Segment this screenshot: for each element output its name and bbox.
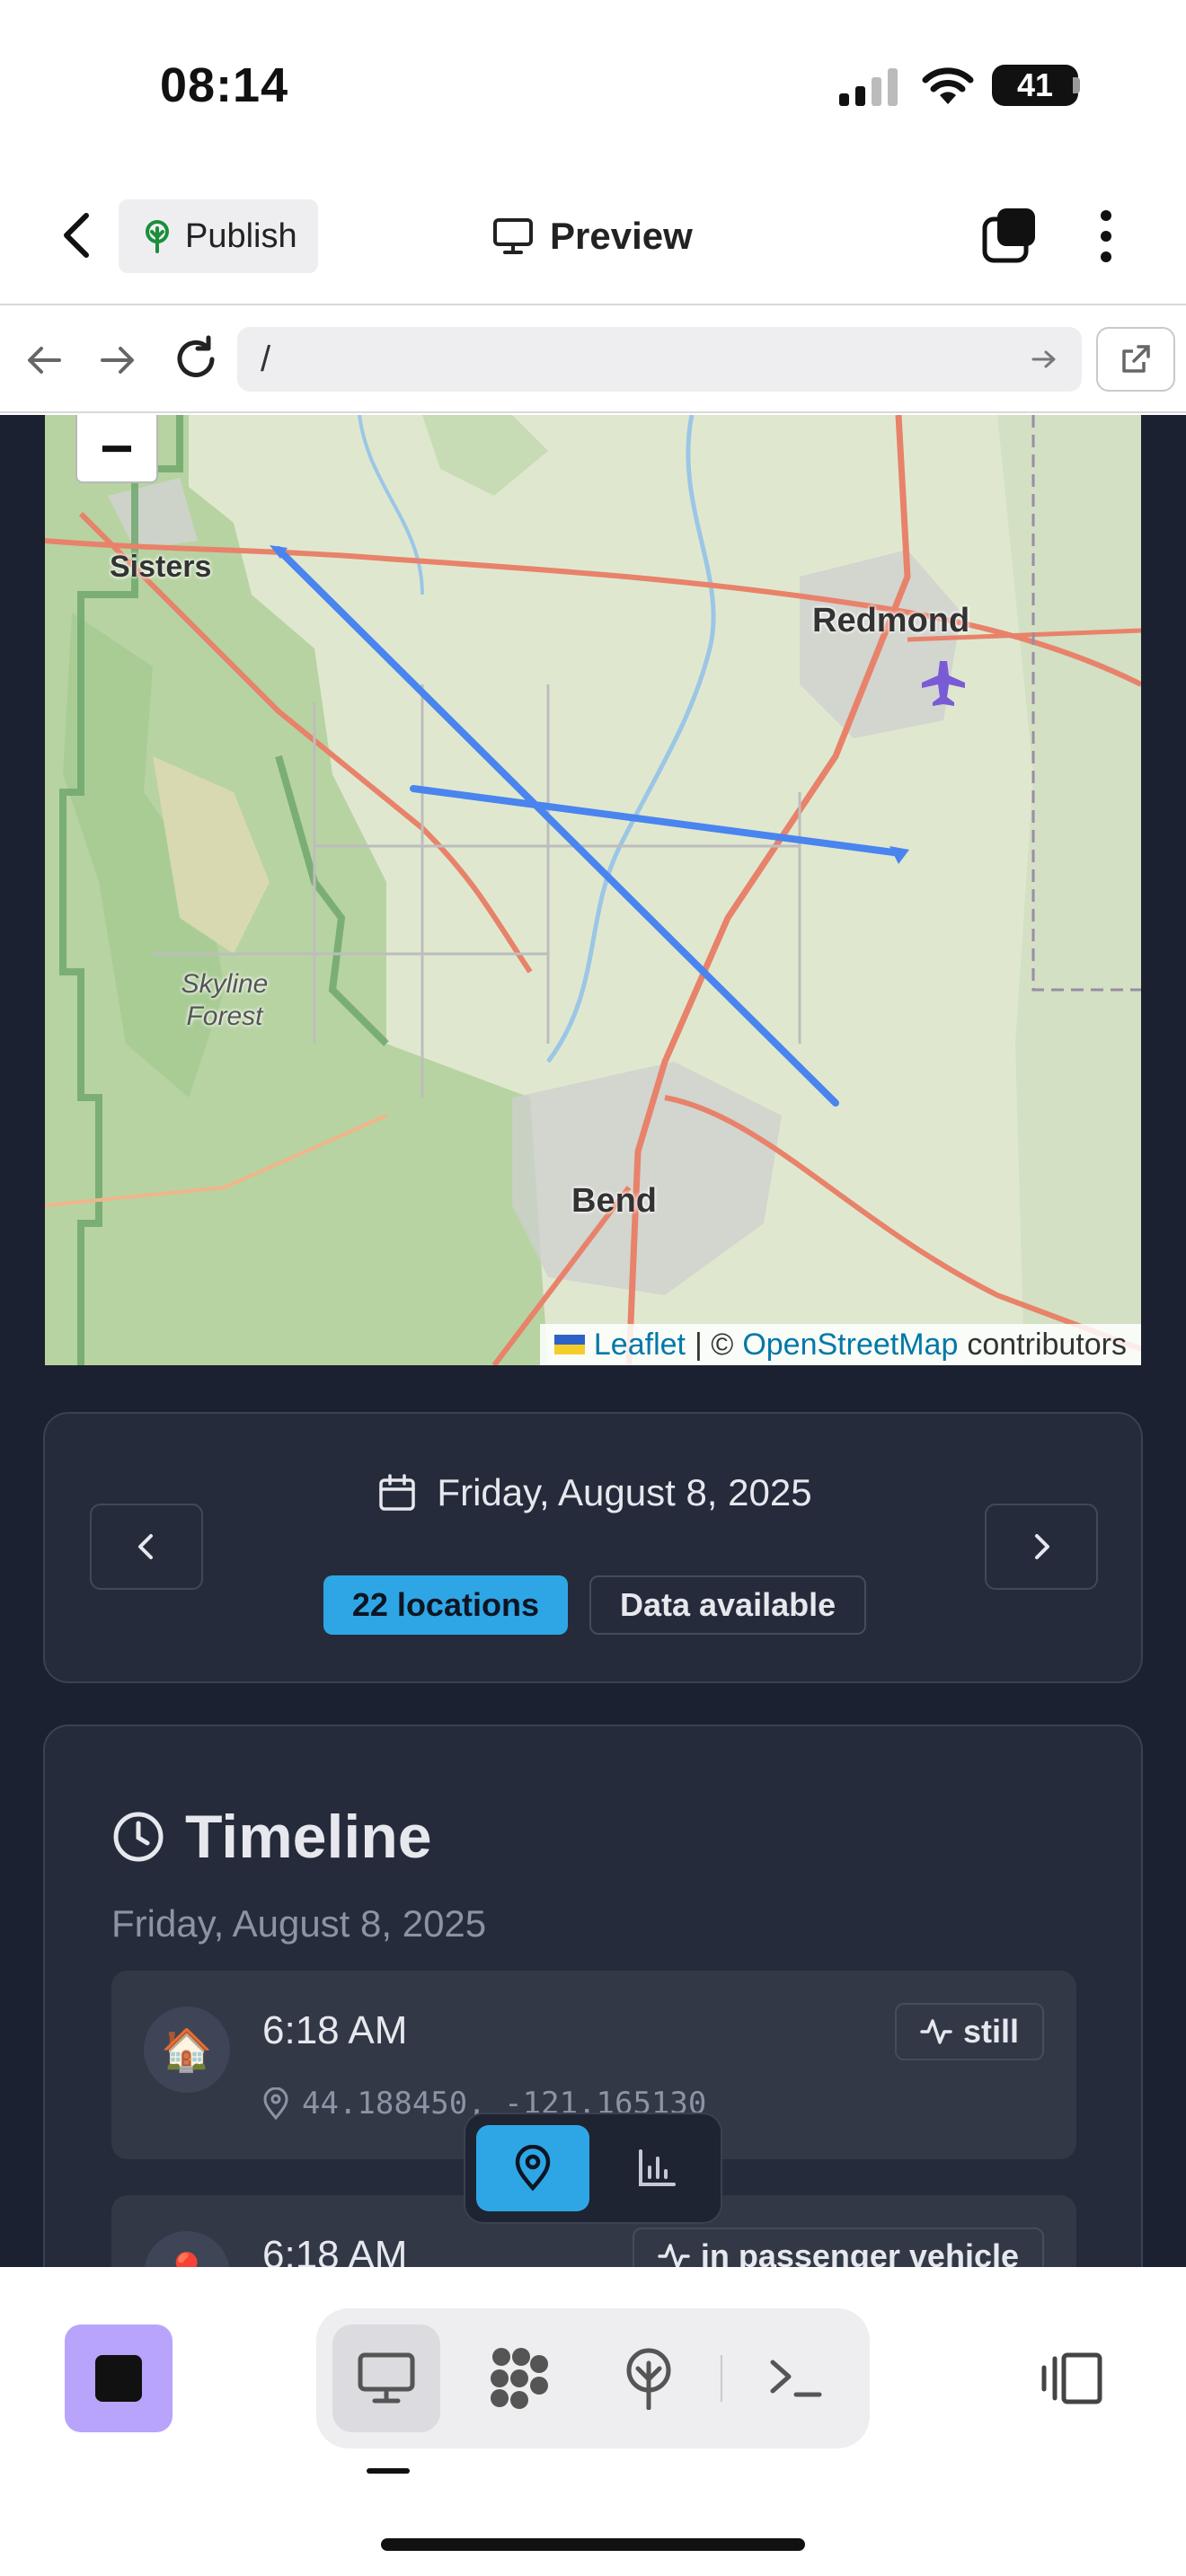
browser-forward-icon[interactable] <box>97 340 138 381</box>
active-tab-indicator <box>367 2468 410 2474</box>
map-pin-icon <box>263 2087 288 2120</box>
stop-button[interactable] <box>65 2325 173 2432</box>
battery-level: 41 <box>992 65 1078 106</box>
side-panel-icon <box>1041 2352 1102 2404</box>
publish-tab[interactable] <box>595 2325 703 2432</box>
date-navigator-card: Friday, August 8, 2025 22 locations Data… <box>43 1412 1143 1683</box>
reload-icon[interactable] <box>171 334 221 384</box>
zoom-out-button[interactable]: − <box>75 415 158 483</box>
terminal-icon <box>770 2360 822 2397</box>
preview-label: Preview <box>550 215 693 257</box>
clock-icon <box>113 1812 164 1862</box>
publish-tree-icon <box>626 2348 671 2410</box>
preview-title: Preview <box>492 205 693 268</box>
publish-label: Publish <box>185 216 297 255</box>
stop-icon <box>95 2355 142 2402</box>
chevron-right-icon <box>1035 1534 1049 1559</box>
stats-view-button[interactable] <box>600 2125 713 2211</box>
wifi-icon <box>922 67 974 104</box>
activity-icon <box>920 2019 952 2044</box>
selected-date: Friday, August 8, 2025 <box>45 1471 1145 1514</box>
home-indicator <box>381 2538 805 2551</box>
tabs-icon[interactable] <box>981 207 1039 264</box>
url-go-icon[interactable] <box>1030 345 1058 374</box>
calendar-icon <box>379 1474 416 1511</box>
browser-back-icon[interactable] <box>23 340 65 381</box>
ukraine-flag-icon <box>553 1335 585 1354</box>
selected-date-label: Friday, August 8, 2025 <box>437 1471 812 1513</box>
map-view-button[interactable] <box>476 2125 589 2211</box>
cellular-signal-icon <box>839 68 898 106</box>
panel-toggle-button[interactable] <box>1031 2342 1107 2414</box>
bar-chart-icon <box>639 2149 676 2186</box>
desktop-preview-tab[interactable] <box>332 2325 440 2432</box>
web-content: Sisters Redmond Skyline Forest Bend − Le… <box>0 415 1186 2267</box>
attribution-contributors: contributors <box>967 1327 1127 1362</box>
osm-link[interactable]: OpenStreetMap <box>742 1328 958 1363</box>
data-status-badge: Data available <box>589 1575 867 1635</box>
activity-label: in passenger vehicle <box>700 2237 1019 2267</box>
view-switcher <box>464 2113 722 2224</box>
entry-time: 6:18 AM <box>262 2008 408 2052</box>
timeline-heading: Timeline <box>111 1802 432 1872</box>
attribution-separator: | © <box>694 1327 734 1362</box>
activity-label: still <box>962 2013 1019 2050</box>
shell-tab[interactable] <box>742 2325 850 2432</box>
back-chevron-icon[interactable] <box>52 208 102 262</box>
external-link-icon <box>1122 345 1150 373</box>
map-view[interactable]: Sisters Redmond Skyline Forest Bend − Le… <box>45 415 1141 1365</box>
bottom-toolbar <box>0 2267 1186 2576</box>
map-pin-icon <box>515 2145 551 2192</box>
timeline-title: Timeline <box>185 1803 432 1871</box>
map-label-skyline-forest: Skyline Forest <box>181 969 269 1031</box>
open-external-button[interactable] <box>1096 327 1175 392</box>
map-attribution: Leaflet | © OpenStreetMap contributors <box>539 1324 1141 1365</box>
pin-icon: 📍 <box>144 2231 230 2267</box>
chevron-left-icon <box>138 1534 153 1559</box>
map-label-bend: Bend <box>571 1182 657 1220</box>
leaflet-link[interactable]: Leaflet <box>594 1328 686 1363</box>
activity-badge: in passenger vehicle <box>632 2228 1044 2267</box>
publish-tree-icon <box>146 220 169 253</box>
desktop-icon <box>493 218 533 254</box>
more-vertical-icon[interactable] <box>1093 208 1120 264</box>
tool-switcher <box>316 2308 870 2448</box>
desktop-icon <box>358 2352 415 2404</box>
status-time: 08:14 <box>160 58 289 112</box>
house-icon: 🏠 <box>144 2007 230 2093</box>
entry-time: 6:18 AM <box>262 2233 408 2267</box>
publish-button[interactable]: Publish <box>119 199 318 273</box>
toolbar-divider <box>721 2355 722 2402</box>
timeline-date: Friday, August 8, 2025 <box>111 1902 487 1945</box>
url-input[interactable]: / <box>237 327 1082 392</box>
battery-icon <box>1073 77 1080 93</box>
activity-icon <box>658 2244 690 2267</box>
map-label-redmond: Redmond <box>812 602 970 640</box>
date-badges: 22 locations Data available <box>45 1575 1145 1635</box>
location-count-badge: 22 locations <box>323 1575 568 1635</box>
map-label-sisters: Sisters <box>110 550 212 584</box>
agents-tab[interactable] <box>465 2325 573 2432</box>
activity-badge: still <box>894 2003 1044 2060</box>
agent-cluster-icon <box>491 2348 548 2409</box>
